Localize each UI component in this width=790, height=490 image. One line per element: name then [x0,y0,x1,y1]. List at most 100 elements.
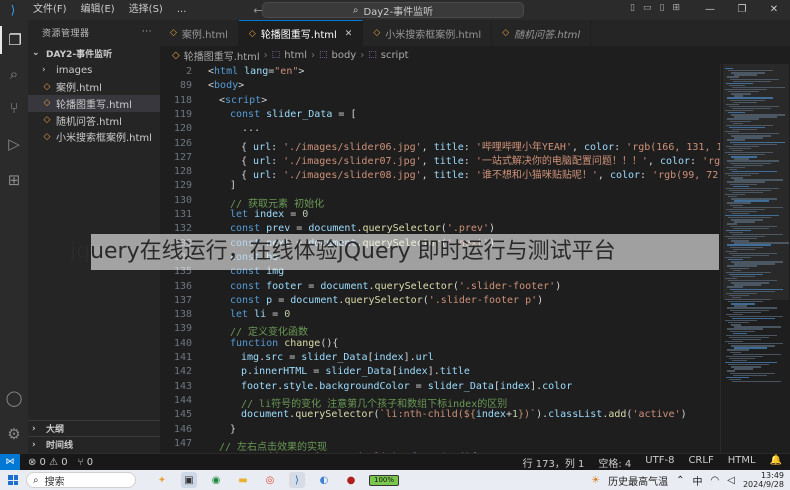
ports-indicator[interactable]: ⑂ 0 [78,457,94,468]
account-icon[interactable]: ◯ [0,384,28,412]
chevron-down-icon: ⌄ [32,48,40,58]
code-line[interactable]: 119 const slider_Data = [ [160,109,720,123]
explorer-icon[interactable]: ❐ [0,26,28,54]
breadcrumb-file[interactable]: 轮播图重写.html [184,48,260,63]
copilot-icon[interactable]: ✦ [154,472,170,488]
html-file-icon: ◇ [248,28,256,39]
clock[interactable]: 13:49 2024/9/28 [743,471,784,489]
code-text: { url: './images/slider08.jpg', title: '… [241,170,720,182]
code-text: { url: './images/slider07.jpg', title: '… [241,155,720,167]
tab-xiaomi[interactable]: ◇ 小米搜索框案例.html [363,20,493,46]
record-icon[interactable]: ● [343,472,359,488]
sidebar-item-images[interactable]: › images [28,62,160,79]
code-line[interactable]: 126 { url: './images/slider06.jpg', title… [160,138,720,153]
menu-more[interactable]: ... [170,0,194,20]
command-center-search[interactable]: ⌕ Day2-事件监听 [262,2,524,18]
close-icon[interactable]: ✕ [345,29,353,39]
code-line[interactable]: 139 // 定义变化函数 [160,323,720,339]
close-button[interactable]: ✕ [758,0,790,20]
battery-indicator[interactable]: 100% [369,474,399,486]
sidebar-item-xiaomi[interactable]: ◇ 小米搜索框案例.html [28,128,160,145]
code-line[interactable]: 143 footer.style.backgroundColor = slider… [160,381,720,395]
chrome-icon[interactable]: ◎ [262,472,278,488]
sidebar-item-suiji[interactable]: ◇ 随机问答.html [28,112,160,129]
remote-icon[interactable]: ⋈ [0,453,20,471]
tab-suiji[interactable]: ◇ 随机问答.html [492,20,592,46]
code-line[interactable]: 131 let index = 0 [160,209,720,223]
code-line[interactable]: 118 <script> [160,95,720,109]
code-line[interactable]: 144 // li符号的变化 注意第几个孩子和数组下标index的区别 [160,395,720,410]
code-line[interactable]: 138 let li = 0 [160,309,720,323]
search-view-icon[interactable]: ⌕ [0,60,28,88]
minimap-line [734,221,755,223]
code-line[interactable]: 146} [160,424,720,438]
code-line[interactable]: 128 { url: './images/slider08.jpg', title… [160,166,720,182]
problems-indicator[interactable]: ⊗ 0 ⚠ 0 [28,457,68,468]
customize-layout-icon[interactable]: ⊞ [672,3,680,13]
language-mode[interactable]: HTML [728,455,756,470]
minimize-button[interactable]: — [694,0,726,20]
minimap[interactable] [720,64,790,453]
edge-icon[interactable]: ◉ [208,472,224,488]
run-debug-icon[interactable]: ▷ [0,130,28,158]
tab-anli[interactable]: ◇ 案例.html [160,20,239,46]
breadcrumb-body[interactable]: body [331,50,356,61]
menu-selection[interactable]: 选择(S) [122,0,170,20]
html-file-icon: ◇ [373,28,381,38]
breadcrumb-html[interactable]: html [284,50,307,61]
code-line[interactable]: 136 const footer = document.querySelector… [160,281,720,295]
toggle-secondary-sidebar-icon[interactable]: ▯ [660,3,665,13]
tab-lunbotu[interactable]: ◇ 轮播图重写.html ✕ [238,20,364,46]
maximize-button[interactable]: ❐ [726,0,758,20]
windows-start-icon[interactable] [8,475,18,485]
outline-section[interactable]: › 大纲 [28,420,160,436]
code-line[interactable]: 147 // 左右点击效果的实现 [160,438,720,453]
extensions-icon[interactable]: ⊞ [0,166,28,194]
code-line[interactable]: 2 <html lang="en"> [160,66,720,80]
encoding[interactable]: UTF-8 [645,455,674,470]
menu-edit[interactable]: 编辑(E) [74,0,122,20]
indentation[interactable]: 空格: 4 [598,455,631,470]
chevron-up-icon[interactable]: ⌃ [676,475,684,486]
code-line[interactable]: 141 img.src = slider_Data[index].url [160,352,720,366]
code-line[interactable]: 130 // 获取元素 初始化 [160,195,720,210]
gear-icon[interactable]: ⚙ [0,420,28,448]
file-explorer-icon[interactable]: ▬ [235,472,251,488]
sidebar-item-anli[interactable]: ◇ 案例.html [28,79,160,96]
notifications-icon[interactable]: 🔔 [770,455,782,470]
code-line[interactable]: 142 p.innerHTML = slider_Data[index].titl… [160,366,720,380]
vscode-taskbar-icon[interactable]: ⟩ [289,472,305,488]
project-folder[interactable]: ⌄ DAY2-事件监听 [28,44,160,62]
code-line[interactable]: 127 { url: './images/slider07.jpg', title… [160,152,720,167]
html-file-icon: ◇ [502,28,510,38]
line-number: 136 [173,280,192,292]
toggle-panel-icon[interactable]: ▭ [643,3,652,13]
code-line[interactable]: 137 const p = document.querySelector('.sl… [160,295,720,309]
code-text: const prev = document.querySelector('.pr… [230,223,496,235]
toggle-primary-sidebar-icon[interactable]: ▯ [630,3,635,13]
more-actions-icon[interactable]: ··· [142,27,152,37]
weather-label[interactable]: 历史最高气温 [608,473,668,488]
code-line[interactable]: 120 ... [160,123,720,137]
taskbar-search[interactable]: ⌕ 搜索 [26,472,136,488]
code-text: const slider_Data = [ [230,108,357,120]
cursor-position[interactable]: 行 173，列 1 [523,455,585,470]
volume-icon[interactable]: ◁ [727,475,735,486]
code-line[interactable]: 129] [160,180,720,194]
line-number: 137 [173,294,192,306]
breadcrumb-script[interactable]: script [381,50,409,61]
ime-indicator[interactable]: 中 [693,473,703,488]
wifi-icon[interactable]: ◠ [711,475,720,486]
code-line[interactable]: 140 function change(){ [160,338,720,352]
code-text: // 定义变化函数 [230,327,309,339]
code-line[interactable]: 89 <body> [160,80,720,94]
source-control-icon[interactable]: ⑂ [0,94,28,122]
timeline-section[interactable]: › 时间线 [28,436,160,452]
sidebar-item-lunbotu[interactable]: ◇ 轮播图重写.html [28,95,160,112]
app-icon[interactable]: ◐ [316,472,332,488]
menu-file[interactable]: 文件(F) [26,0,74,20]
line-ending[interactable]: CRLF [688,455,713,470]
task-view-icon[interactable]: ▣ [181,472,197,488]
line-number: 145 [173,409,192,421]
code-line[interactable]: 145 document.querySelector(`li:nth-child(… [160,409,720,423]
